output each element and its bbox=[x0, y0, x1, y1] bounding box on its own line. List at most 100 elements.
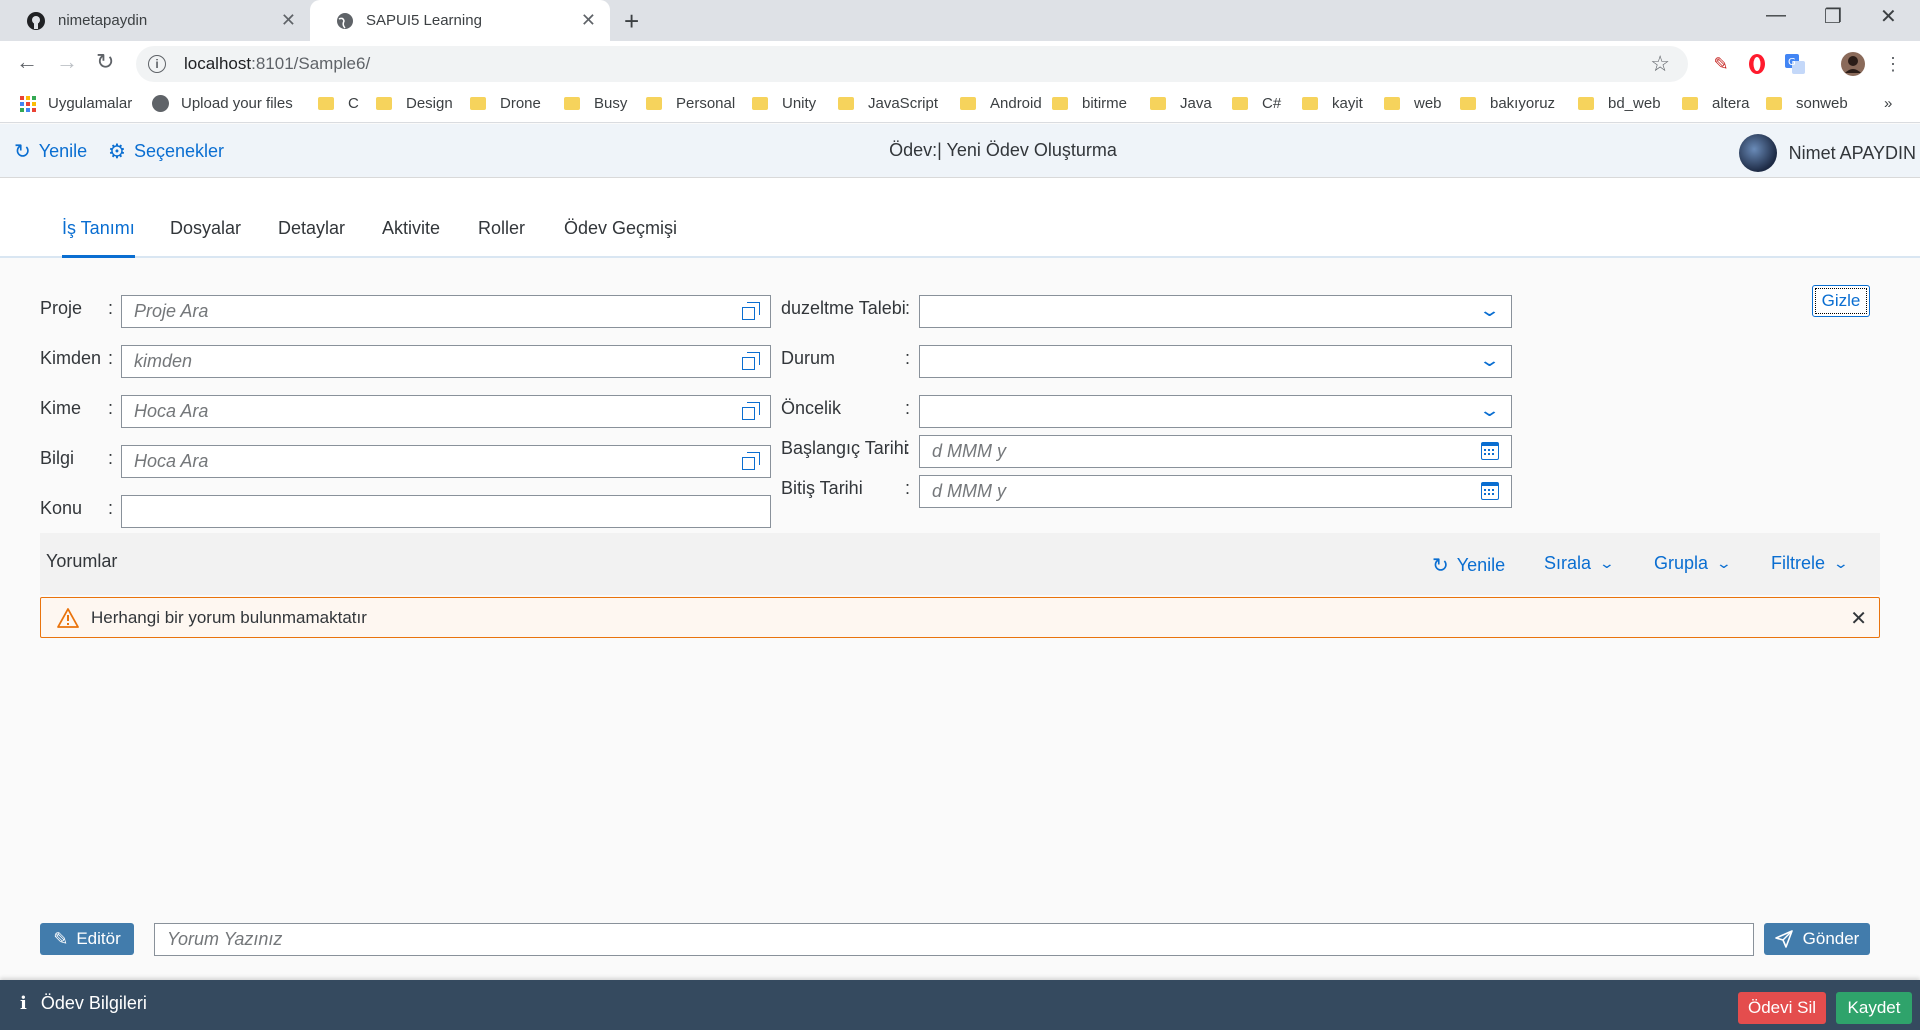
tab-detaylar[interactable]: Detaylar bbox=[278, 218, 345, 258]
address-bar[interactable]: i localhost:8101/Sample6/ ☆ bbox=[136, 46, 1688, 82]
kimden-label: Kimden bbox=[40, 348, 102, 368]
konu-input[interactable] bbox=[121, 495, 771, 528]
baslangic-tarihi-datepicker[interactable]: d MMM y bbox=[919, 435, 1512, 468]
comment-input[interactable]: Yorum Yazınız bbox=[154, 923, 1754, 956]
bookmark-item[interactable]: Android bbox=[960, 95, 1042, 112]
tab-roller[interactable]: Roller bbox=[478, 218, 525, 258]
bookmark-star-icon[interactable]: ☆ bbox=[1650, 51, 1670, 77]
forward-icon[interactable]: → bbox=[56, 49, 78, 75]
proje-input[interactable]: Proje Ara bbox=[121, 295, 771, 328]
sort-button[interactable]: Sırala ⌄ bbox=[1544, 553, 1615, 574]
restore-icon[interactable]: ❐ bbox=[1824, 4, 1842, 29]
colon: : bbox=[108, 498, 114, 518]
chevron-down-icon: ⌄ bbox=[1832, 555, 1850, 571]
warning-message-strip: Herhangi bir yorum bulunmamaktatır ✕ bbox=[40, 597, 1880, 638]
tab-is-tanimi[interactable]: İş Tanımı bbox=[62, 218, 135, 258]
colon: : bbox=[108, 348, 114, 368]
bilgi-input[interactable]: Hoca Ara bbox=[121, 445, 771, 478]
reload-icon[interactable]: ↻ bbox=[96, 49, 114, 75]
comments-title: Yorumlar bbox=[46, 551, 118, 571]
send-button[interactable]: Gönder bbox=[1764, 923, 1870, 955]
bookmark-label: kayit bbox=[1332, 95, 1363, 112]
hide-button[interactable]: Gizle bbox=[1812, 285, 1870, 317]
bookmark-item[interactable]: kayit bbox=[1302, 95, 1363, 112]
durum-select[interactable]: ⌄ bbox=[919, 345, 1512, 378]
new-tab-button[interactable]: + bbox=[624, 6, 639, 37]
bookmark-label: Design bbox=[406, 95, 453, 112]
oncelik-select[interactable]: ⌄ bbox=[919, 395, 1512, 428]
bookmark-item[interactable]: sonweb bbox=[1766, 95, 1848, 112]
back-icon[interactable]: ← bbox=[16, 49, 38, 75]
svg-text:G: G bbox=[1788, 57, 1796, 68]
value-help-icon[interactable] bbox=[742, 452, 760, 470]
bookmark-item[interactable]: Busy bbox=[564, 95, 627, 112]
delete-button[interactable]: Ödevi Sil bbox=[1738, 992, 1826, 1024]
browser-menu-icon[interactable]: ⋮ bbox=[1880, 51, 1906, 77]
filter-button[interactable]: Filtrele ⌄ bbox=[1771, 553, 1850, 574]
value-help-icon[interactable] bbox=[742, 402, 760, 420]
bookmark-item[interactable]: Upload your files bbox=[152, 95, 293, 112]
bookmark-item[interactable]: Uygulamalar bbox=[20, 95, 132, 112]
bookmark-item[interactable]: JavaScript bbox=[838, 95, 938, 112]
opera-icon[interactable] bbox=[1744, 51, 1770, 77]
value-help-icon[interactable] bbox=[742, 302, 760, 320]
minimize-icon[interactable]: — bbox=[1766, 4, 1786, 27]
folder-icon bbox=[1150, 97, 1166, 110]
save-button[interactable]: Kaydet bbox=[1836, 992, 1912, 1024]
close-icon[interactable]: ✕ bbox=[1850, 606, 1867, 631]
profile-avatar-icon[interactable] bbox=[1840, 51, 1866, 77]
durum-label: Durum bbox=[781, 348, 836, 368]
comments-refresh-button[interactable]: ↻ Yenile bbox=[1432, 553, 1505, 578]
bookmark-item[interactable]: altera bbox=[1682, 95, 1750, 112]
bookmarks-overflow-button[interactable]: » bbox=[1884, 95, 1892, 112]
group-button[interactable]: Grupla ⌄ bbox=[1654, 553, 1732, 574]
duzeltme-talebi-select[interactable]: ⌄ bbox=[919, 295, 1512, 328]
bookmark-item[interactable]: Unity bbox=[752, 95, 816, 112]
browser-tab-title: SAPUI5 Learning bbox=[366, 12, 482, 29]
folder-icon bbox=[1052, 97, 1068, 110]
oncelik-label: Öncelik bbox=[781, 398, 842, 418]
tab-odev-gecmisi[interactable]: Ödev Geçmişi bbox=[564, 218, 677, 258]
bookmark-label: Busy bbox=[594, 95, 628, 112]
tab-aktivite[interactable]: Aktivite bbox=[382, 218, 440, 258]
browser-tab-github[interactable]: nimetapaydin ✕ bbox=[0, 0, 310, 41]
bookmark-item[interactable]: C# bbox=[1232, 95, 1281, 112]
filter-label: Filtrele bbox=[1771, 553, 1826, 573]
bookmark-item[interactable]: Java bbox=[1150, 95, 1212, 112]
bookmark-item[interactable]: C bbox=[318, 95, 359, 112]
extension-pen-icon[interactable]: ✎ bbox=[1708, 51, 1734, 77]
info-button[interactable]: i Ödev Bilgileri bbox=[20, 993, 147, 1014]
bitis-tarihi-datepicker[interactable]: d MMM y bbox=[919, 475, 1512, 508]
close-icon[interactable]: ✕ bbox=[581, 10, 596, 31]
editor-button[interactable]: ✎ Editör bbox=[40, 923, 134, 955]
user-menu[interactable]: Nimet APAYDIN bbox=[1738, 134, 1916, 172]
kimden-input[interactable]: kimden bbox=[121, 345, 771, 378]
bitis-tarihi-label: Bitiş Tarihi bbox=[781, 478, 863, 498]
bookmark-item[interactable]: Drone bbox=[470, 95, 541, 112]
calendar-icon[interactable] bbox=[1481, 442, 1499, 460]
calendar-icon[interactable] bbox=[1481, 482, 1499, 500]
chevron-down-icon[interactable]: ⌄ bbox=[1478, 400, 1501, 421]
proje-placeholder: Proje Ara bbox=[134, 301, 209, 321]
bookmark-item[interactable]: bitirme bbox=[1052, 95, 1127, 112]
colon: : bbox=[905, 398, 911, 418]
globe-icon bbox=[152, 95, 169, 112]
browser-tab-sapui5[interactable]: SAPUI5 Learning ✕ bbox=[310, 0, 610, 41]
url-path: :8101/Sample6/ bbox=[251, 54, 371, 73]
tab-dosyalar[interactable]: Dosyalar bbox=[170, 218, 241, 258]
bookmark-item[interactable]: bakıyoruz bbox=[1460, 95, 1555, 112]
close-icon[interactable]: ✕ bbox=[281, 10, 296, 31]
bookmark-item[interactable]: Design bbox=[376, 95, 453, 112]
kime-input[interactable]: Hoca Ara bbox=[121, 395, 771, 428]
close-window-icon[interactable]: ✕ bbox=[1880, 4, 1897, 29]
chevron-down-icon[interactable]: ⌄ bbox=[1478, 350, 1501, 371]
bilgi-label: Bilgi bbox=[40, 448, 75, 468]
bookmark-item[interactable]: Personal bbox=[646, 95, 735, 112]
value-help-icon[interactable] bbox=[742, 352, 760, 370]
translate-icon[interactable]: G bbox=[1782, 51, 1808, 77]
bookmark-item[interactable]: web bbox=[1384, 95, 1442, 112]
chevron-down-icon[interactable]: ⌄ bbox=[1478, 300, 1501, 321]
info-icon: i bbox=[20, 993, 27, 1014]
bookmark-item[interactable]: bd_web bbox=[1578, 95, 1661, 112]
site-info-icon[interactable]: i bbox=[148, 55, 166, 73]
